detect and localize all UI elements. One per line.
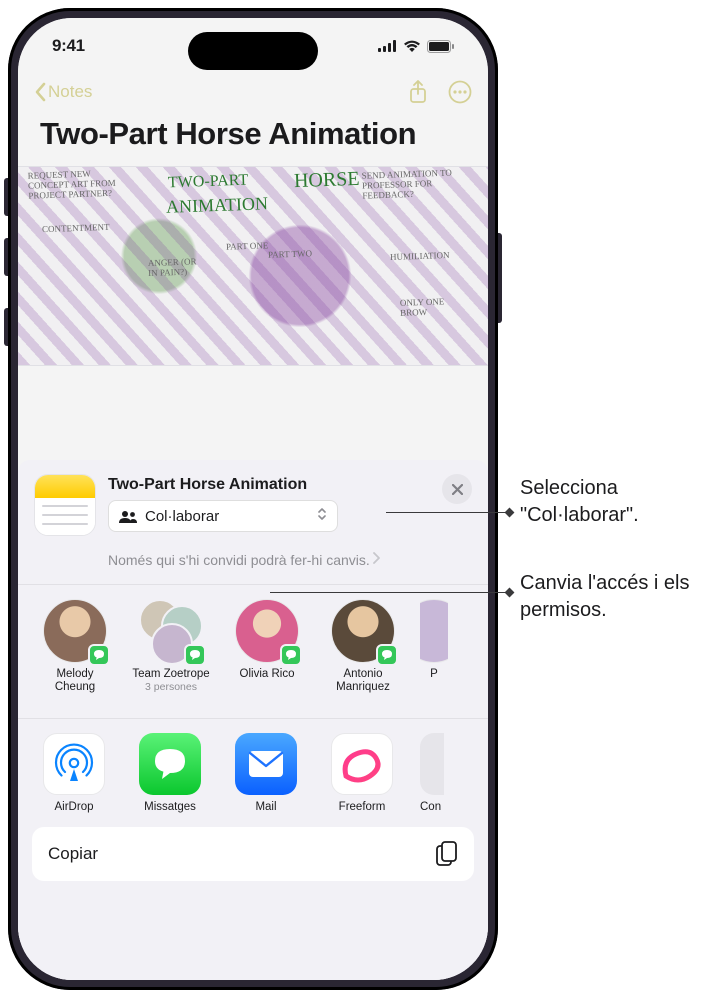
callout-perm: Canvia l'accés i els permisos.	[520, 570, 720, 624]
avatar	[420, 599, 448, 663]
messages-badge-icon	[184, 644, 206, 666]
messages-icon	[139, 733, 201, 795]
share-app-item[interactable]: Con	[420, 733, 444, 813]
copy-icon	[436, 841, 458, 867]
permissions-link[interactable]: Només qui s'hi convidi podrà fer-hi canv…	[18, 546, 488, 570]
screen: 9:41 Notes Two-Part Horse Animation	[18, 18, 488, 980]
collaboration-mode-picker[interactable]: Col·laborar	[108, 500, 338, 532]
messages-badge-icon	[280, 644, 302, 666]
messages-badge-icon	[376, 644, 398, 666]
app-label: Con	[420, 801, 441, 813]
contact-name: Melody Cheung	[36, 668, 114, 694]
contact-item[interactable]: Antonio Manriquez	[324, 599, 402, 694]
share-sheet: Two-Part Horse Animation Col·laborar Nom…	[18, 460, 488, 980]
iphone-frame: 9:41 Notes Two-Part Horse Animation	[8, 8, 498, 990]
contact-item[interactable]: P	[420, 599, 448, 694]
app-label: Mail	[255, 801, 276, 813]
contact-name: P	[430, 668, 438, 681]
contact-name: Team Zoetrope	[132, 668, 209, 681]
share-apps-row[interactable]: AirDrop Missatges Mail	[18, 719, 488, 825]
share-sheet-title: Two-Part Horse Animation	[108, 476, 430, 494]
status-indicators	[378, 40, 454, 53]
share-app-airdrop[interactable]: AirDrop	[36, 733, 112, 813]
airdrop-icon	[43, 733, 105, 795]
contact-subtitle: 3 persones	[145, 681, 197, 693]
notes-app-icon	[34, 474, 96, 536]
chevron-right-icon	[372, 550, 380, 570]
dynamic-island	[188, 32, 318, 70]
battery-icon	[427, 40, 454, 53]
action-label: Copiar	[48, 844, 98, 864]
cellular-icon	[378, 40, 397, 52]
share-contacts-row[interactable]: Melody Cheung Team Zoetrope 3 persones	[18, 585, 488, 704]
updown-icon	[317, 506, 327, 526]
share-app-freeform[interactable]: Freeform	[324, 733, 400, 813]
callout-line	[270, 592, 512, 593]
close-icon	[452, 484, 463, 495]
close-button[interactable]	[442, 474, 472, 504]
messages-badge-icon	[88, 644, 110, 666]
freeform-icon	[331, 733, 393, 795]
permissions-text: Només qui s'hi convidi podrà fer-hi canv…	[108, 551, 370, 570]
mode-label: Col·laborar	[145, 508, 219, 525]
status-time: 9:41	[52, 36, 85, 56]
contact-item[interactable]: Olivia Rico	[228, 599, 306, 694]
share-actions-list: Copiar	[32, 827, 474, 881]
people-icon	[119, 510, 137, 523]
contact-name: Antonio Manriquez	[324, 668, 402, 694]
mail-icon	[235, 733, 297, 795]
app-label: Missatges	[144, 801, 196, 813]
contact-item[interactable]: Melody Cheung	[36, 599, 114, 694]
app-label: Freeform	[339, 801, 386, 813]
app-icon-generic	[420, 733, 444, 795]
app-label: AirDrop	[55, 801, 94, 813]
contact-name: Olivia Rico	[240, 668, 295, 681]
callout-mode: Selecciona "Col·laborar".	[520, 475, 710, 529]
callout-line	[386, 512, 512, 513]
action-copy[interactable]: Copiar	[32, 827, 474, 881]
share-app-mail[interactable]: Mail	[228, 733, 304, 813]
contact-item[interactable]: Team Zoetrope 3 persones	[132, 599, 210, 694]
wifi-icon	[403, 40, 421, 52]
share-app-messages[interactable]: Missatges	[132, 733, 208, 813]
